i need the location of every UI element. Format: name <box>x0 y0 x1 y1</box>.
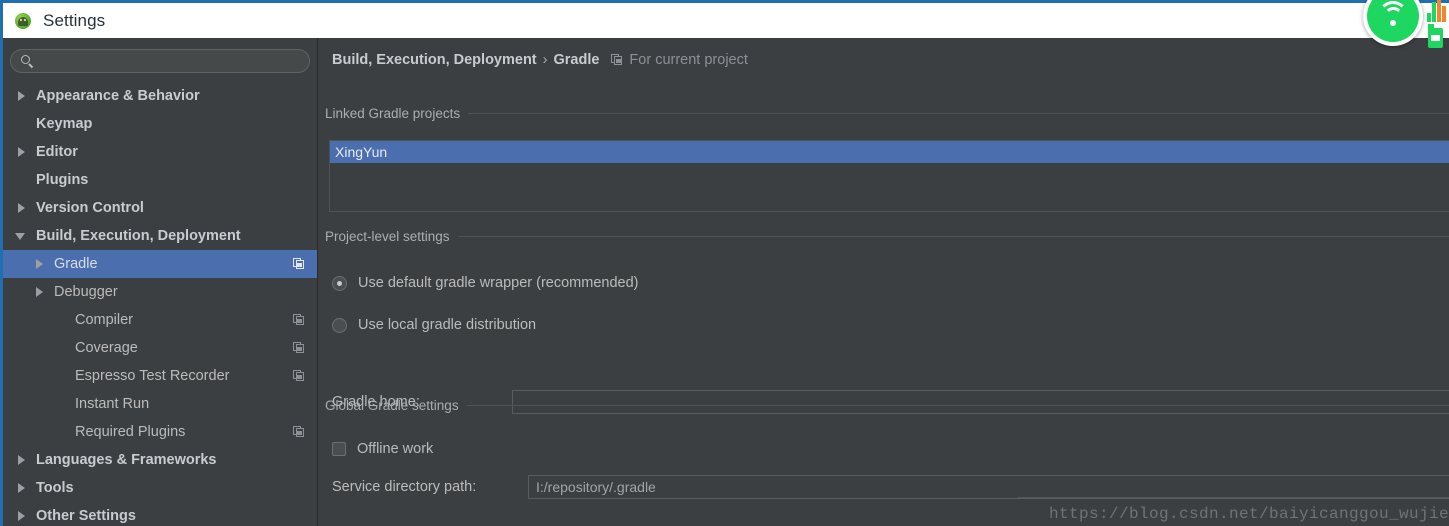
sidebar-item-espresso-test-recorder[interactable]: Espresso Test Recorder <box>3 362 317 390</box>
sidebar-item-label: Instant Run <box>75 396 150 412</box>
sidebar-item-coverage[interactable]: Coverage <box>3 334 317 362</box>
settings-sidebar: Appearance & Behavior Keymap Editor Plugins… <box>3 38 317 526</box>
chevron-right-icon[interactable] <box>15 446 31 474</box>
search-icon <box>21 54 34 68</box>
settings-tree: Appearance & Behavior Keymap Editor Plugins… <box>3 82 317 526</box>
sidebar-item-instant-run[interactable]: Instant Run <box>3 390 317 418</box>
sidebar-item-label: Keymap <box>36 116 93 132</box>
settings-body: Appearance & Behavior Keymap Editor Plugins… <box>3 38 1449 526</box>
project-scope-icon <box>293 314 305 326</box>
watermark-rule <box>1017 497 1449 498</box>
service-directory-row: Service directory path: I:/repository/.g… <box>332 475 1449 499</box>
checkbox-indicator[interactable] <box>332 442 346 456</box>
radio-use-default-gradle-wrapper[interactable]: Use default gradle wrapper (recommended) <box>332 275 638 291</box>
search-container <box>10 49 310 73</box>
tree-arrow-spacer <box>54 390 70 418</box>
sidebar-item-label: Espresso Test Recorder <box>75 368 230 384</box>
radio-label: Use default gradle wrapper (recommended) <box>358 275 639 291</box>
radio-label: Use local gradle distribution <box>358 317 537 333</box>
sidebar-item-keymap[interactable]: Keymap <box>3 110 317 138</box>
radio-use-local-gradle-distribution[interactable]: Use local gradle distribution <box>332 317 536 333</box>
sidebar-item-appearance-behavior[interactable]: Appearance & Behavior <box>3 82 317 110</box>
sidebar-item-required-plugins[interactable]: Required Plugins <box>3 418 317 446</box>
project-scope-icon <box>611 52 623 68</box>
sidebar-item-label: Compiler <box>75 312 134 328</box>
sidebar-item-version-control[interactable]: Version Control <box>3 194 317 222</box>
service-directory-label: Service directory path: <box>332 479 477 495</box>
signal-bars-icon[interactable] <box>1427 0 1446 24</box>
radio-indicator[interactable] <box>332 275 347 291</box>
project-scope-icon <box>293 342 305 354</box>
breadcrumb-current: Gradle <box>553 52 600 68</box>
sidebar-item-tools[interactable]: Tools <box>3 474 317 502</box>
window-title: Settings <box>43 10 106 30</box>
breadcrumb-parent[interactable]: Build, Execution, Deployment <box>332 52 537 68</box>
section-rule <box>457 236 1449 237</box>
sidebar-item-plugins[interactable]: Plugins <box>3 166 317 194</box>
watermark-text: https://blog.csdn.net/baiyicanggou_wujie <box>1048 505 1449 523</box>
sidebar-item-languages-frameworks[interactable]: Languages & Frameworks <box>3 446 317 474</box>
chevron-right-icon[interactable] <box>33 278 49 306</box>
section-linked-gradle-projects: Linked Gradle projects <box>325 106 1449 121</box>
tree-arrow-spacer <box>54 362 70 390</box>
breadcrumb-separator: › <box>542 52 548 68</box>
chevron-down-icon[interactable] <box>15 222 31 250</box>
project-scope-icon <box>293 258 305 270</box>
sidebar-item-label: Editor <box>36 144 78 160</box>
sidebar-item-label: Debugger <box>54 284 118 300</box>
chevron-right-icon[interactable] <box>15 194 31 222</box>
service-directory-input[interactable]: I:/repository/.gradle <box>528 475 1449 499</box>
sidebar-item-label: Required Plugins <box>75 424 186 440</box>
linked-projects-list[interactable]: XingYun <box>329 140 1449 212</box>
sidebar-item-other-settings[interactable]: Other Settings <box>3 502 317 526</box>
project-scope-icon <box>293 370 305 382</box>
search-input[interactable] <box>41 50 309 72</box>
sidebar-item-gradle[interactable]: Gradle <box>3 250 317 278</box>
project-scope-icon <box>293 426 305 438</box>
sidebar-item-label: Build, Execution, Deployment <box>36 228 241 244</box>
title-bar: Settings <box>3 3 1449 38</box>
sidebar-item-label: Coverage <box>75 340 138 356</box>
tree-arrow-spacer <box>54 334 70 362</box>
breadcrumb: Build, Execution, Deployment › Gradle Fo… <box>332 52 748 68</box>
sidebar-item-label: Other Settings <box>36 508 136 524</box>
sidebar-item-editor[interactable]: Editor <box>3 138 317 166</box>
sidebar-item-label: Tools <box>36 480 74 496</box>
settings-detail-pane: Build, Execution, Deployment › Gradle Fo… <box>318 38 1449 526</box>
search-box[interactable] <box>10 49 310 73</box>
tree-arrow-spacer <box>54 306 70 334</box>
section-rule <box>468 113 1449 114</box>
section-title-global-settings: Global Gradle settings <box>325 398 459 413</box>
sidebar-item-debugger[interactable]: Debugger <box>3 278 317 306</box>
chevron-right-icon[interactable] <box>33 250 49 278</box>
sidebar-item-label: Languages & Frameworks <box>36 452 217 468</box>
sidebar-item-label: Appearance & Behavior <box>36 88 200 104</box>
section-global-gradle-settings: Global Gradle settings <box>325 398 1449 413</box>
breadcrumb-scope-label: For current project <box>629 52 748 68</box>
radio-indicator[interactable] <box>332 317 347 333</box>
sidebar-item-label: Version Control <box>36 200 144 216</box>
chevron-right-icon[interactable] <box>15 474 31 502</box>
sidebar-item-compiler[interactable]: Compiler <box>3 306 317 334</box>
chevron-right-icon[interactable] <box>15 82 31 110</box>
sidebar-item-label: Gradle <box>54 256 98 272</box>
list-item[interactable]: XingYun <box>330 141 1449 163</box>
tree-arrow-spacer <box>15 110 31 138</box>
checkbox-offline-work[interactable]: Offline work <box>332 441 433 457</box>
tree-arrow-spacer <box>15 166 31 194</box>
section-title-project-level: Project-level settings <box>325 229 450 244</box>
sidebar-item-label: Plugins <box>36 172 89 188</box>
battery-icon[interactable] <box>1428 24 1443 48</box>
sidebar-item-build-execution-deployment[interactable]: Build, Execution, Deployment <box>3 222 317 250</box>
chevron-right-icon[interactable] <box>15 502 31 526</box>
section-title-linked-projects: Linked Gradle projects <box>325 106 461 121</box>
settings-window: Settings Appearance & Behavior Keymap Edit… <box>0 0 1449 526</box>
section-rule <box>466 405 1449 406</box>
checkbox-label: Offline work <box>357 441 434 457</box>
section-project-level-settings: Project-level settings <box>325 229 1449 244</box>
tray-icons <box>1427 0 1447 48</box>
tree-arrow-spacer <box>54 418 70 446</box>
android-studio-icon <box>14 12 32 30</box>
chevron-right-icon[interactable] <box>15 138 31 166</box>
